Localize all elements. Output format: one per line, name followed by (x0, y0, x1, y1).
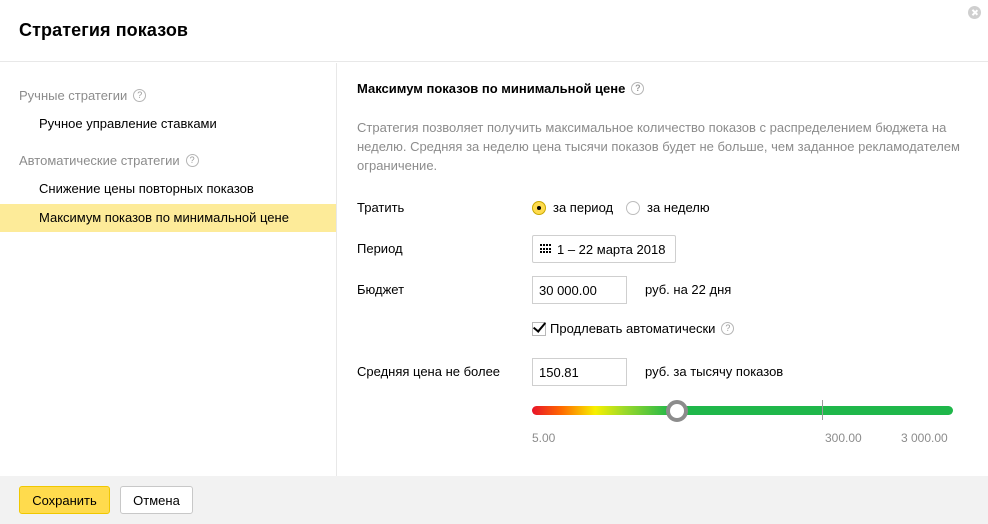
section-title-text: Максимум показов по минимальной цене (357, 81, 626, 96)
radio-label: за период (553, 200, 614, 215)
strategy-sidebar: Ручные стратегии ? Ручное управление ста… (0, 63, 337, 476)
radio-per-period[interactable]: за период (532, 200, 613, 215)
help-icon[interactable]: ? (133, 89, 147, 102)
dialog-title: Стратегия показов (19, 20, 189, 40)
price-slider-track[interactable] (532, 406, 953, 415)
checkbox-checked-icon[interactable] (532, 321, 546, 336)
close-icon[interactable] (968, 6, 981, 19)
sidebar-group-label: Автоматические стратегии (19, 153, 180, 168)
radio-checked-icon[interactable] (532, 200, 546, 215)
avg-price-unit: руб. за тысячу показов (645, 364, 784, 379)
sidebar-group-label: Ручные стратегии (19, 88, 128, 103)
cancel-button[interactable]: Отмена (120, 486, 193, 514)
slider-max-label: 3 000.00 (901, 431, 948, 445)
slider-thumb[interactable] (666, 400, 688, 422)
help-icon[interactable]: ? (631, 82, 645, 95)
sidebar-item-max-impressions[interactable]: Максимум показов по минимальной цене (0, 204, 336, 232)
budget-unit: руб. на 22 дня (645, 282, 732, 297)
dialog-header: Стратегия показов (0, 0, 988, 62)
dialog-footer: Сохранить Отмена (0, 476, 988, 524)
budget-label: Бюджет (357, 282, 405, 297)
slider-mark-label: 300.00 (825, 431, 862, 445)
sidebar-item-manual-bids[interactable]: Ручное управление ставками (0, 110, 336, 138)
radio-label: за неделю (647, 200, 710, 215)
slider-min-label: 5.00 (532, 431, 556, 445)
period-label: Период (357, 241, 403, 256)
section-title: Максимум показов по минимальной цене ? (357, 81, 645, 96)
save-button[interactable]: Сохранить (19, 486, 110, 514)
spend-label: Тратить (357, 200, 405, 215)
sidebar-item-repeat-price[interactable]: Снижение цены повторных показов (0, 175, 336, 203)
slider-mark-tick (822, 400, 823, 420)
auto-extend-checkbox[interactable]: Продлевать автоматически ? (532, 321, 735, 336)
radio-unchecked-icon[interactable] (626, 200, 640, 215)
avg-price-label: Средняя цена не более (357, 364, 501, 379)
strategy-description: Стратегия позволяет получить максимально… (357, 120, 960, 173)
radio-per-week[interactable]: за неделю (626, 200, 710, 215)
auto-extend-label: Продлевать автоматически (550, 321, 716, 336)
budget-input[interactable] (532, 276, 627, 304)
sidebar-group-auto: Автоматические стратегии ? (19, 153, 199, 168)
avg-price-input[interactable] (532, 358, 627, 386)
calendar-icon (540, 244, 552, 254)
help-icon[interactable]: ? (185, 154, 199, 167)
period-value: 1 – 22 марта 2018 (557, 241, 666, 257)
help-icon[interactable]: ? (721, 322, 735, 335)
sidebar-group-manual: Ручные стратегии ? (19, 88, 147, 103)
period-date-picker[interactable]: 1 – 22 марта 2018 (532, 235, 676, 263)
